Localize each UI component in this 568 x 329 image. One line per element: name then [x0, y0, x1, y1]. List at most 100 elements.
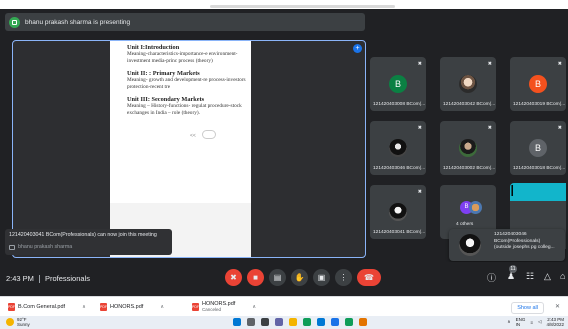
participant-tooltip: 121420403046 BCom(Professionals) (outsid…	[449, 229, 565, 261]
scroll-bar[interactable]	[210, 5, 395, 8]
avatar	[459, 139, 477, 157]
chat-icon[interactable]: ☷	[526, 271, 534, 282]
taskbar: 92°F Sunny ∧ ENG IN ≡ ◁ 2:43 PM 4/8/2022	[0, 316, 568, 329]
language-region[interactable]: IN	[516, 322, 521, 327]
page-nav-box[interactable]	[202, 130, 216, 139]
system-tray: ∧ ENG IN ≡ ◁ 2:43 PM 4/8/2022	[507, 317, 564, 327]
pdf-icon: PDF	[8, 303, 15, 311]
page-nav[interactable]: <<	[190, 133, 196, 139]
file-explorer-icon[interactable]	[289, 318, 297, 326]
unit2-title: Unit II: : Primary Markets	[127, 69, 200, 77]
search-icon[interactable]	[247, 318, 255, 326]
participant-tile[interactable]: ✖ 121420403042 BCom(...	[440, 57, 496, 111]
weather-widget[interactable]: 92°F Sunny	[6, 317, 30, 327]
chevron-up-icon[interactable]: ∧	[82, 304, 86, 310]
toast-presenter: bhanu prakash sharma	[18, 244, 73, 250]
tooltip-line-3: (outside josephs pg colleg...	[494, 245, 555, 251]
avatar: B	[389, 75, 407, 93]
avatar: I	[510, 183, 566, 201]
present-icon	[9, 244, 15, 250]
unit1-title: Unit I:Introduction	[127, 44, 180, 51]
show-all-button[interactable]: Show all	[511, 302, 544, 314]
weather-text: Sunny	[17, 322, 30, 327]
others-avatars: B	[460, 201, 484, 215]
clock-date[interactable]: 4/8/2022	[546, 322, 564, 327]
mic-off-icon: ✖	[487, 125, 492, 131]
captions-button[interactable]: ▤	[269, 269, 286, 286]
mic-toggle-button[interactable]: ✖	[225, 269, 242, 286]
download-name: B.Com General.pdf	[18, 304, 66, 310]
volume-icon[interactable]: ◁	[538, 319, 541, 325]
participant-tile[interactable]: ✖ 121420403041 BCom(...	[370, 185, 426, 239]
tooltip-line-1: 121420403046	[494, 232, 527, 237]
presenting-banner: bhanu prakash sharma is presenting	[5, 13, 365, 31]
participant-name: 121420403008 BCom(...	[373, 102, 426, 107]
meeting-controls: 2:43 PM Professionals ✖ ■ ▤ ✋ ▣ ⋮ ☎ ⓘ 11…	[0, 262, 568, 296]
pin-icon[interactable]: +	[353, 44, 362, 53]
unit1-body: Meaning-characteristics-importance-e env…	[127, 51, 238, 65]
taskbar-apps	[233, 318, 367, 326]
camera-toggle-button[interactable]: ■	[247, 269, 264, 286]
people-icon[interactable]: ♟	[507, 271, 515, 282]
browser-top-strip	[0, 0, 568, 9]
participant-name: 121420403019 BCom(...	[513, 102, 566, 107]
participant-tile[interactable]: ✖ B 121420403019 BCom(...	[510, 57, 566, 111]
avatar	[469, 201, 482, 214]
more-options-button[interactable]: ⋮	[335, 269, 352, 286]
shared-screen: Unit I:Introduction Meaning-characterist…	[12, 40, 366, 258]
download-name: HONORS.pdf	[110, 304, 144, 310]
tooltip-avatar	[459, 234, 481, 256]
store-icon[interactable]	[331, 318, 339, 326]
participant-tile[interactable]: ✖ 121420403046 BCom(...	[370, 121, 426, 175]
meeting-info: 2:43 PM Professionals	[6, 274, 90, 283]
close-icon[interactable]: ✕	[555, 303, 560, 310]
unit3-body: Meaning – History-functions- regulat pro…	[127, 103, 242, 117]
mic-off-icon: ✖	[417, 189, 422, 195]
presenting-text: bhanu prakash sharma is presenting	[25, 18, 131, 26]
mic-off-icon: ✖	[487, 61, 492, 67]
download-status: Canceled	[202, 307, 222, 312]
participant-tile[interactable]: ✖ B 121420403008 BCom(...	[370, 57, 426, 111]
meeting-name[interactable]: Professionals	[45, 274, 90, 283]
lock-icon[interactable]: ⌂	[560, 271, 565, 281]
raise-hand-button[interactable]: ✋	[291, 269, 308, 286]
others-label: 4 others	[456, 222, 474, 227]
shared-document: Unit I:Introduction Meaning-characterist…	[110, 41, 251, 257]
present-button[interactable]: ▣	[313, 269, 330, 286]
app-icon[interactable]	[359, 318, 367, 326]
downloads-bar: PDF B.Com General.pdf ∧ PDF HONORS.pdf ∧…	[0, 296, 568, 316]
mic-off-icon: ✖	[557, 125, 562, 131]
avatar	[389, 139, 407, 157]
task-view-icon[interactable]	[261, 318, 269, 326]
edge-icon[interactable]	[317, 318, 325, 326]
mic-off-icon: ✖	[557, 61, 562, 67]
mic-off-icon: ✖	[417, 61, 422, 67]
avatar: B	[529, 75, 547, 93]
chevron-up-icon[interactable]: ∧	[507, 319, 510, 325]
participant-name: 121420403002 BCom(...	[443, 166, 496, 171]
download-item[interactable]: PDF HONORS.pdf Canceled ∧	[192, 298, 256, 315]
participant-name: 121420403018 BCom(...	[513, 166, 566, 171]
activities-icon[interactable]: △	[544, 271, 551, 282]
unit2-body: Meaning- growth and development-re proce…	[127, 77, 246, 91]
participant-name: 121420403042 BCom(...	[443, 102, 496, 107]
participant-tile[interactable]: ✖ 121420403002 BCom(...	[440, 121, 496, 175]
meeting-time: 2:43 PM	[6, 274, 34, 283]
sheets-icon[interactable]	[345, 318, 353, 326]
avatar: B	[529, 139, 547, 157]
leave-call-button[interactable]: ☎	[357, 269, 381, 286]
teams-icon[interactable]	[275, 318, 283, 326]
download-item[interactable]: PDF B.Com General.pdf ∧	[8, 301, 86, 313]
windows-start-icon[interactable]	[233, 318, 241, 326]
chevron-up-icon[interactable]: ∧	[160, 304, 164, 310]
info-icon[interactable]: ⓘ	[487, 271, 496, 284]
meet-window: bhanu prakash sharma is presenting Unit …	[0, 0, 568, 329]
pdf-icon: PDF	[192, 302, 199, 311]
download-item[interactable]: PDF HONORS.pdf ∧	[100, 301, 164, 313]
chrome-icon[interactable]	[303, 318, 311, 326]
participant-tile[interactable]: ✖ B 121420403018 BCom(...	[510, 121, 566, 175]
wifi-icon[interactable]: ≡	[530, 320, 533, 325]
participant-name: 121420403041 BCom(...	[373, 230, 426, 235]
chevron-up-icon[interactable]: ∧	[252, 304, 256, 310]
avatar	[459, 75, 477, 93]
